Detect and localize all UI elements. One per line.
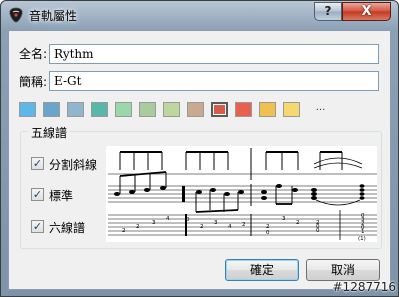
full-name-label: 全名: bbox=[19, 47, 48, 61]
color-swatch[interactable] bbox=[211, 102, 228, 117]
help-button[interactable]: ? bbox=[314, 2, 342, 21]
tablature-label: 六線譜 bbox=[49, 221, 86, 235]
color-swatch[interactable] bbox=[283, 102, 300, 117]
dialog-content: 全名: Rythm 簡稱: E-Gt ... 五線譜 ✓ 分割斜線 ✓ 標準 ✓… bbox=[8, 30, 391, 290]
tablature-checkbox[interactable]: ✓ bbox=[31, 220, 44, 233]
standard-notation-checkbox[interactable]: ✓ bbox=[31, 188, 44, 201]
slash-notation-preview bbox=[108, 148, 377, 180]
tab-number: 4 bbox=[228, 224, 232, 230]
color-swatch[interactable] bbox=[19, 102, 36, 117]
tab-number: 4 bbox=[166, 216, 170, 222]
tab-number: 0 bbox=[186, 217, 190, 223]
title-bar[interactable]: 音軌屬性 ? X bbox=[1, 1, 398, 29]
standard-notation-label: 標準 bbox=[49, 189, 74, 203]
tab-number: 3 bbox=[152, 220, 156, 226]
tab-numbers: 2 2 3 4 0 2 3 4 2 2 0 3 2 2 0 0 0 3 2 0 … bbox=[122, 213, 366, 242]
full-name-input[interactable]: Rythm bbox=[49, 44, 379, 64]
tab-number: 2 bbox=[200, 224, 204, 230]
tab-number: 0 bbox=[266, 230, 270, 236]
tab-number: 3 bbox=[282, 216, 286, 222]
color-swatch[interactable] bbox=[259, 102, 276, 117]
notation-group-title: 五線譜 bbox=[28, 124, 71, 141]
color-swatch[interactable] bbox=[91, 102, 108, 117]
tab-number: 2 bbox=[242, 222, 246, 228]
window-title: 音軌屬性 bbox=[29, 9, 78, 23]
color-swatch[interactable] bbox=[139, 102, 156, 117]
tab-number: 3 bbox=[214, 220, 218, 226]
tab-number: 2 bbox=[136, 224, 140, 230]
close-button[interactable]: X bbox=[342, 2, 391, 21]
tab-number: 2 bbox=[296, 220, 300, 226]
tab-number: (1) bbox=[358, 236, 366, 242]
notation-preview-graphic: 2 2 3 4 0 2 3 4 2 2 0 3 2 2 0 0 0 3 2 0 … bbox=[108, 148, 377, 242]
color-swatch[interactable] bbox=[235, 102, 252, 117]
short-name-label: 簡稱: bbox=[19, 75, 48, 89]
tab-number: 2 bbox=[122, 228, 126, 234]
color-swatch[interactable] bbox=[67, 102, 84, 117]
color-swatch[interactable] bbox=[43, 102, 60, 117]
cancel-button[interactable]: 取消 bbox=[306, 259, 380, 281]
close-icon: X bbox=[361, 4, 372, 19]
slash-notation-checkbox[interactable]: ✓ bbox=[31, 157, 44, 170]
tab-number: 1 bbox=[361, 229, 365, 235]
short-name-input[interactable]: E-Gt bbox=[49, 71, 379, 91]
notation-preview: 2 2 3 4 0 2 3 4 2 2 0 3 2 2 0 0 0 3 2 0 … bbox=[106, 146, 377, 242]
guitar-pick-icon bbox=[8, 7, 24, 23]
color-swatch[interactable] bbox=[115, 102, 132, 117]
standard-notes bbox=[114, 184, 365, 202]
ok-button[interactable]: 確定 bbox=[225, 259, 299, 281]
slash-notation-label: 分割斜線 bbox=[49, 158, 98, 172]
tab-number: 0 bbox=[316, 228, 320, 234]
more-colors-button[interactable]: ... bbox=[312, 102, 329, 117]
dialog-window: 音軌屬性 ? X 全名: Rythm 簡稱: E-Gt ... 五線譜 ✓ 分割… bbox=[0, 0, 399, 297]
color-swatch[interactable] bbox=[163, 102, 180, 117]
color-swatch[interactable] bbox=[187, 102, 204, 117]
watermark-text: #1287716 bbox=[332, 280, 397, 294]
